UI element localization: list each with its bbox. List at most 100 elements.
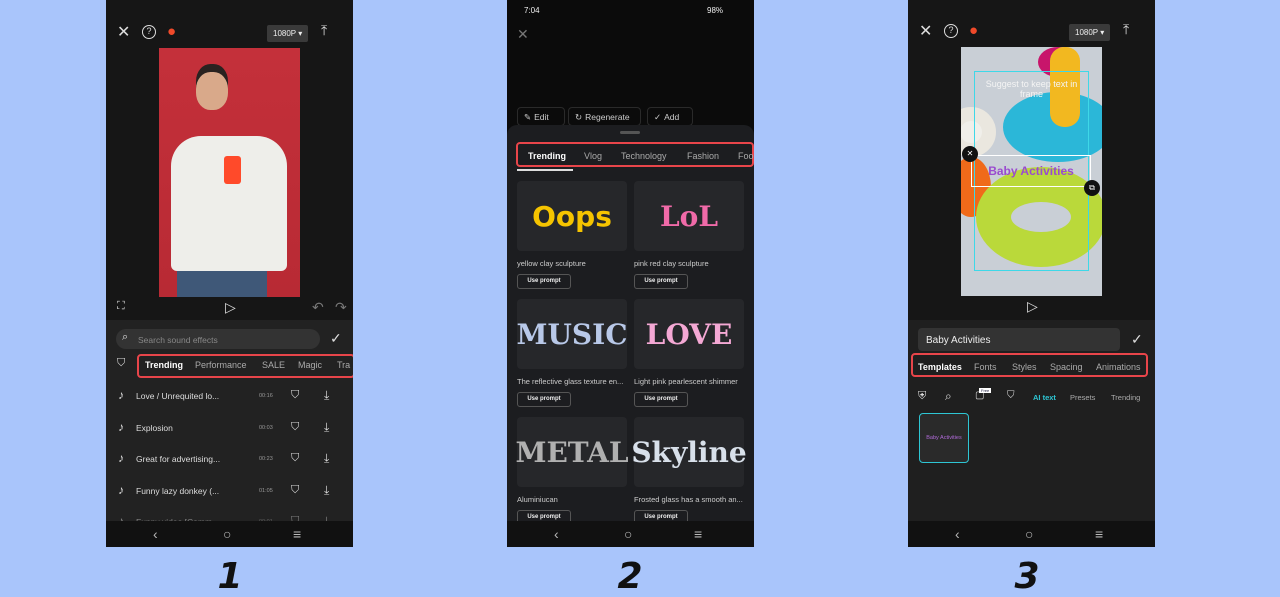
style-preview[interactable]: MUSIC (517, 299, 628, 369)
tab-spacing[interactable]: Spacing (1050, 362, 1083, 372)
text-overlay[interactable]: Baby Activities (971, 155, 1091, 187)
style-preview[interactable]: LoL (634, 181, 744, 251)
recents-icon[interactable]: ≡ (694, 526, 702, 542)
tab-sale[interactable]: SALE (262, 360, 285, 370)
close-icon[interactable]: ✕ (517, 27, 529, 41)
home-icon[interactable]: ○ (624, 526, 632, 542)
search-icon[interactable]: ⌕ (945, 390, 952, 402)
close-icon[interactable]: ✕ (919, 24, 932, 40)
resolution-dropdown[interactable]: 1080P ▾ (1069, 24, 1111, 41)
music-note-icon: ♪ (118, 419, 124, 434)
bookmark-icon[interactable]: ⛉ (291, 452, 299, 465)
tab-performance[interactable]: Performance (195, 360, 247, 370)
back-icon[interactable]: ‹ (153, 526, 158, 542)
style-preview[interactable]: Oops (517, 181, 627, 251)
tab-vlog[interactable]: Vlog (584, 151, 602, 161)
subtab-trending[interactable]: Trending (1111, 393, 1140, 402)
subtab-ai-text[interactable]: AI text (1033, 393, 1056, 402)
resolution-dropdown[interactable]: 1080P ▾ (267, 25, 309, 42)
close-icon[interactable]: ✕ (117, 25, 130, 41)
use-prompt-button[interactable]: Use prompt (634, 392, 688, 407)
sound-title: Funny lazy donkey (... (136, 485, 220, 496)
bookmark-icon[interactable]: ⛉ (291, 389, 299, 402)
shield-off-icon[interactable]: ⛨ (918, 391, 926, 402)
home-icon[interactable]: ○ (223, 526, 231, 542)
style-card[interactable]: MUSIC The reflective glass texture en... U… (517, 299, 628, 407)
use-prompt-button[interactable]: Use prompt (634, 274, 688, 289)
tab-animations[interactable]: Animations (1096, 362, 1141, 372)
action-label: Add (664, 112, 680, 122)
step-label-1: 1 (217, 556, 243, 597)
tab-templates[interactable]: Templates (918, 362, 962, 372)
action-regenerate-button[interactable]: ↻ Regenerate (568, 107, 641, 126)
style-preview[interactable]: LOVE (634, 299, 744, 369)
tab-trending[interactable]: Trending (145, 360, 183, 370)
style-card[interactable]: LOVE Light pink pearlescent shimmer Use pr… (634, 299, 744, 407)
text-input[interactable]: Baby Activities (918, 328, 1120, 351)
confirm-check-icon[interactable]: ✓ (330, 331, 342, 345)
redo-icon[interactable]: ↷ (335, 300, 347, 314)
bookmark-icon[interactable]: ⛉ (291, 421, 299, 434)
phone-2-ai-text: 7:04 98% ✕ ✎ Edit ↻ Regenerate ✓ Add Trending… (507, 0, 754, 547)
drag-handle[interactable] (620, 131, 640, 134)
style-card[interactable]: Oops yellow clay sculpture Use prompt (517, 181, 627, 289)
style-caption: pink red clay sculpture (634, 259, 709, 268)
style-card[interactable]: Skyline Frosted glass has a smooth an... U… (631, 417, 747, 525)
use-prompt-button[interactable]: Use prompt (517, 392, 571, 407)
step-label-3: 3 (1014, 556, 1040, 597)
bookmark-icon[interactable]: ⛉ (291, 484, 299, 497)
fullscreen-icon[interactable]: ⛶ (117, 301, 125, 312)
bookmark-icon[interactable]: ⛉ (1007, 391, 1015, 401)
undo-icon[interactable]: ↶ (312, 300, 324, 314)
recents-icon[interactable]: ≡ (293, 526, 301, 542)
search-placeholder: Search sound effects (138, 335, 218, 345)
sound-row[interactable]: ♪ Love / Unrequited lo... 00:16 ⛉ ⤓ (106, 381, 353, 412)
action-add-button[interactable]: ✓ Add (647, 107, 693, 126)
style-card[interactable]: LoL pink red clay sculpture Use prompt (634, 181, 744, 289)
sound-title: Great for advertising... (136, 454, 221, 464)
flame-icon[interactable]: ● (167, 24, 176, 39)
tab-technology[interactable]: Technology (621, 151, 667, 161)
confirm-check-icon[interactable]: ✓ (1131, 332, 1143, 346)
help-icon[interactable]: ? (142, 25, 156, 39)
home-icon[interactable]: ○ (1025, 526, 1033, 542)
search-input[interactable]: ⌕ Search sound effects (116, 329, 320, 349)
tab-fashion[interactable]: Fashion (687, 151, 719, 161)
action-edit-button[interactable]: ✎ Edit (517, 107, 565, 126)
sound-row[interactable]: ♪ Great for advertising... 00:23 ⛉ ⤓ (106, 444, 353, 475)
download-icon[interactable]: ⤓ (324, 451, 329, 466)
download-icon[interactable]: ⤓ (324, 483, 329, 498)
template-thumbnail[interactable]: Baby Activities (919, 413, 969, 463)
tab-fonts[interactable]: Fonts (974, 362, 997, 372)
action-label: Edit (534, 112, 549, 122)
style-preview[interactable]: METAL (515, 417, 629, 487)
bookmark-icon[interactable]: ⛉ (117, 358, 125, 369)
style-card[interactable]: METAL Aluminiucan Use prompt (515, 417, 629, 525)
back-icon[interactable]: ‹ (554, 526, 559, 542)
style-preview[interactable]: Skyline (631, 417, 747, 487)
tab-styles[interactable]: Styles (1012, 362, 1037, 372)
tab-tra[interactable]: Tra (337, 360, 350, 370)
export-icon[interactable]: ⤒ (1123, 22, 1129, 36)
play-icon[interactable]: ▷ (225, 300, 236, 314)
download-icon[interactable]: ⤓ (324, 420, 329, 435)
resize-handle-icon[interactable]: ⧉ (1084, 180, 1100, 196)
tab-magic[interactable]: Magic (298, 360, 322, 370)
recents-icon[interactable]: ≡ (1095, 526, 1103, 542)
back-icon[interactable]: ‹ (955, 526, 960, 542)
tab-trending[interactable]: Trending (528, 151, 566, 161)
export-icon[interactable]: ⤒ (321, 23, 327, 37)
style-caption: The reflective glass texture en... (517, 377, 624, 386)
help-icon[interactable]: ? (944, 24, 958, 38)
subtab-presets[interactable]: Presets (1070, 393, 1095, 402)
play-icon[interactable]: ▷ (1027, 299, 1038, 313)
delete-text-icon[interactable]: ✕ (962, 146, 978, 162)
music-note-icon: ♪ (118, 388, 124, 402)
download-icon[interactable]: ⤓ (324, 388, 329, 403)
sound-row[interactable]: ♪ Funny lazy donkey (... 01:05 ⛉ ⤓ (106, 476, 353, 507)
tab-foo[interactable]: Foo (738, 151, 754, 161)
step-label-2: 2 (617, 556, 643, 597)
sound-row[interactable]: ♪ Explosion 00:03 ⛉ ⤓ (106, 413, 353, 444)
use-prompt-button[interactable]: Use prompt (517, 274, 571, 289)
flame-icon[interactable]: ● (969, 23, 978, 38)
